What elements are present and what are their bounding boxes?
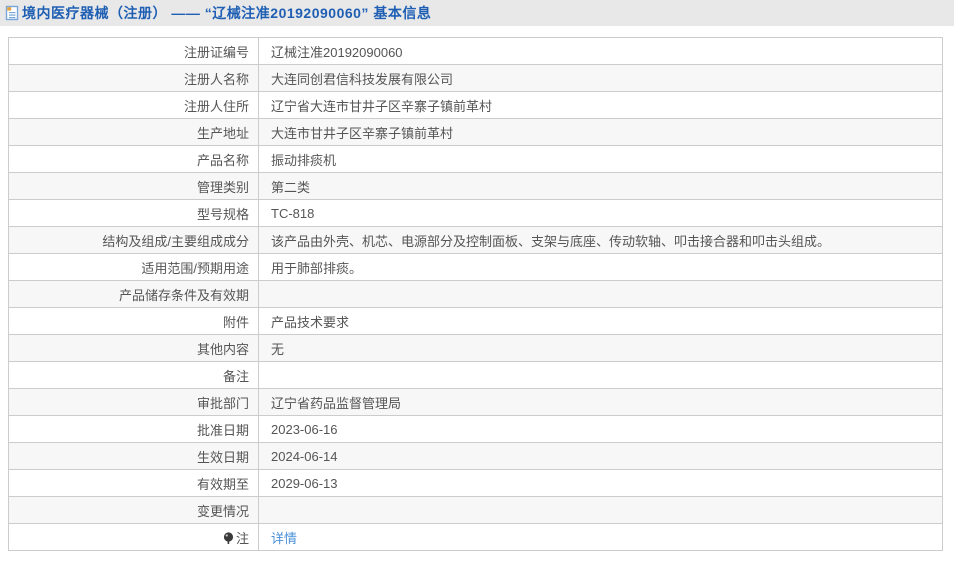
row-value: 该产品由外壳、机芯、电源部分及控制面板、支架与底座、传动软轴、叩击接合器和叩击头… [259,227,943,254]
table-row: 管理类别 第二类 [9,173,943,200]
table-row: 其他内容 无 [9,335,943,362]
row-label: 注册人名称 [9,65,259,92]
row-value: 用于肺部排痰。 [259,254,943,281]
row-value: TC-818 [259,200,943,227]
table-row: 有效期至 2029-06-13 [9,470,943,497]
row-label: 注册人住所 [9,92,259,119]
row-label: 备注 [9,362,259,389]
table-row: 批准日期 2023-06-16 [9,416,943,443]
table-row: 型号规格 TC-818 [9,200,943,227]
row-label: 生效日期 [9,443,259,470]
table-row: 产品名称 振动排痰机 [9,146,943,173]
table-row: 备注 [9,362,943,389]
table-row: 适用范围/预期用途 用于肺部排痰。 [9,254,943,281]
row-value: 产品技术要求 [259,308,943,335]
row-value [259,281,943,308]
row-value: 2029-06-13 [259,470,943,497]
row-label: 审批部门 [9,389,259,416]
row-label: 批准日期 [9,416,259,443]
row-value: 辽宁省大连市甘井子区辛寨子镇前革村 [259,92,943,119]
row-label: 变更情况 [9,497,259,524]
row-label: 管理类别 [9,173,259,200]
row-value: 2023-06-16 [259,416,943,443]
row-value: 大连同创君信科技发展有限公司 [259,65,943,92]
row-value: 辽宁省药品监督管理局 [259,389,943,416]
row-value: 无 [259,335,943,362]
page-title: 境内医疗器械（注册） —— “辽械注准20192090060” 基本信息 [22,3,431,23]
row-value [259,497,943,524]
table-row: 审批部门 辽宁省药品监督管理局 [9,389,943,416]
row-value: 辽械注准20192090060 [259,38,943,65]
row-label: 其他内容 [9,335,259,362]
row-label: 型号规格 [9,200,259,227]
row-value [259,362,943,389]
table-row: 附件 产品技术要求 [9,308,943,335]
row-label: 产品储存条件及有效期 [9,281,259,308]
titlebar: 境内医疗器械（注册） —— “辽械注准20192090060” 基本信息 [0,0,954,26]
row-label: 适用范围/预期用途 [9,254,259,281]
row-value: 2024-06-14 [259,443,943,470]
document-icon [5,5,19,21]
row-label: 注 [9,524,259,551]
row-label: 生产地址 [9,119,259,146]
balloon-icon [223,532,234,545]
table-row: 产品储存条件及有效期 [9,281,943,308]
table-row: 注册证编号 辽械注准20192090060 [9,38,943,65]
table-row: 注册人名称 大连同创君信科技发展有限公司 [9,65,943,92]
row-value: 振动排痰机 [259,146,943,173]
table-row: 变更情况 [9,497,943,524]
table-row: 注 详情 [9,524,943,551]
row-value: 详情 [259,524,943,551]
row-value: 大连市甘井子区辛寨子镇前革村 [259,119,943,146]
row-label: 产品名称 [9,146,259,173]
table-row: 生效日期 2024-06-14 [9,443,943,470]
table-row: 结构及组成/主要组成成分 该产品由外壳、机芯、电源部分及控制面板、支架与底座、传… [9,227,943,254]
row-label: 结构及组成/主要组成成分 [9,227,259,254]
row-label: 有效期至 [9,470,259,497]
table-row: 注册人住所 辽宁省大连市甘井子区辛寨子镇前革村 [9,92,943,119]
row-value: 第二类 [259,173,943,200]
info-table: 注册证编号 辽械注准20192090060 注册人名称 大连同创君信科技发展有限… [8,37,943,551]
row-label: 注册证编号 [9,38,259,65]
row-label: 附件 [9,308,259,335]
detail-link[interactable]: 详情 [271,531,297,546]
table-row: 生产地址 大连市甘井子区辛寨子镇前革村 [9,119,943,146]
